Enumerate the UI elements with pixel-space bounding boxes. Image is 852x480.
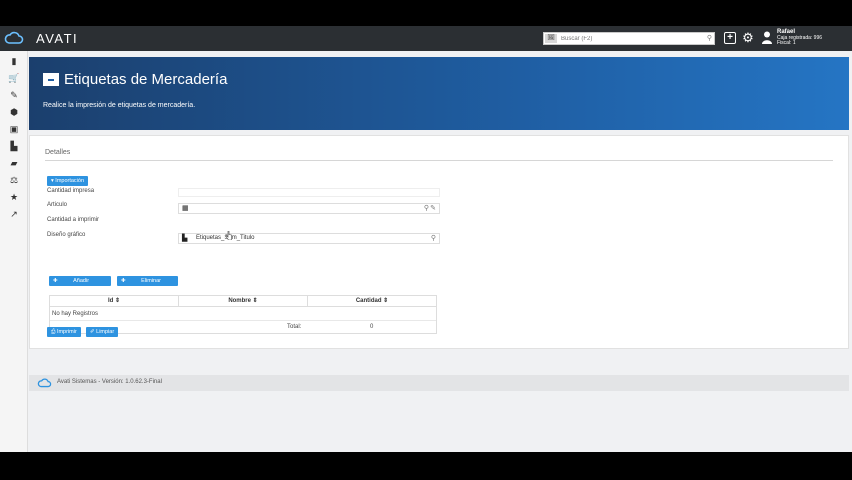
label-articulo: Articulo xyxy=(47,202,68,208)
remove-button-label: Eliminar xyxy=(141,278,162,284)
global-search[interactable]: 🖼 ⚲ xyxy=(543,32,715,45)
factory-icon[interactable]: ▙ xyxy=(8,140,20,152)
clear-button-label: Limpiar xyxy=(96,329,115,335)
balance-icon[interactable]: ⚖ xyxy=(8,174,20,186)
total-value: 0 xyxy=(370,324,374,330)
version-text: Avati Sistemas - Versión: 1.0.62.3-Final xyxy=(57,379,162,385)
label-diseno: Diseño gráfico xyxy=(47,232,86,238)
add-button[interactable]: ✚ Añadir xyxy=(49,276,111,286)
remove-button[interactable]: ✚ Eliminar xyxy=(117,276,178,286)
cubes-icon[interactable]: ⬢ xyxy=(8,106,20,118)
user-info[interactable]: Rafael Caja registrada: 996 Fiscal: 1 xyxy=(777,29,822,47)
star-icon[interactable]: ★ xyxy=(8,191,20,203)
add-button-label: Añadir xyxy=(73,278,90,284)
search-icon[interactable]: ⚲ xyxy=(424,204,429,212)
cloud-logo-icon[interactable] xyxy=(4,31,24,45)
column-nombre[interactable]: Nombre ⇕ xyxy=(179,296,308,306)
barcode-icon: ▦ xyxy=(182,205,189,212)
page-subtitle: Realice la impresión de etiquetas de mer… xyxy=(43,102,196,109)
mouse-cursor-icon xyxy=(226,231,232,240)
empty-row: No hay Registros xyxy=(50,307,436,321)
cart-icon[interactable]: 🛒 xyxy=(8,72,20,84)
search-input[interactable] xyxy=(561,33,699,44)
cloud-logo-icon xyxy=(37,378,52,388)
plus-icon: ✚ xyxy=(53,278,58,284)
user-fiscal: Fiscal: 1 xyxy=(777,40,796,46)
footer: Avati Sistemas - Versión: 1.0.62.3-Final xyxy=(29,375,849,391)
page-header: Etiquetas de Mercadería Realice la impre… xyxy=(29,57,849,130)
details-card: Detalles ▾ Importación Cantidad impresa … xyxy=(29,135,849,349)
section-title: Detalles xyxy=(45,149,71,156)
truck-icon[interactable]: ▰ xyxy=(8,157,20,169)
section-divider xyxy=(45,160,833,161)
chart-line-icon[interactable]: ↗ xyxy=(8,208,20,220)
import-dropdown-button[interactable]: ▾ Importación xyxy=(47,176,89,186)
clear-button[interactable]: ✐ Limpiar xyxy=(86,327,119,337)
diseno-field[interactable]: ▙ Etiquetas_Sem_Titulo ⚲ xyxy=(178,233,440,244)
top-bar: AVATI 🖼 ⚲ + ⚙ Rafael Caja registrada: 99… xyxy=(0,26,852,51)
cantidad-impresa-field xyxy=(178,188,440,197)
search-icon[interactable]: ⚲ xyxy=(431,234,436,242)
new-window-button[interactable]: + xyxy=(724,32,736,44)
brand-name[interactable]: AVATI xyxy=(36,31,78,46)
total-label: Total: xyxy=(287,324,302,330)
table-header: Id ⇕ Nombre ⇕ Cantidad ⇕ xyxy=(50,296,436,307)
printer-icon: ⎙ xyxy=(51,329,56,335)
print-button[interactable]: ⎙ Imprimir xyxy=(47,327,81,337)
eraser-icon: ✐ xyxy=(90,329,95,335)
book-icon[interactable]: ▮ xyxy=(8,55,20,67)
search-icon[interactable]: ⚲ xyxy=(707,34,712,42)
gear-icon[interactable]: ⚙ xyxy=(742,31,754,44)
edit-icon[interactable]: ✎ xyxy=(430,204,436,212)
label-cantidad-imprimir: Cantidad a imprimir xyxy=(47,217,100,223)
user-icon[interactable] xyxy=(762,31,772,44)
page-title: Etiquetas de Mercadería xyxy=(64,71,228,88)
money-icon[interactable]: ▣ xyxy=(8,123,20,135)
archive-box-icon xyxy=(43,73,59,86)
wrench-icon[interactable]: ✎ xyxy=(8,89,20,101)
print-button-label: Imprimir xyxy=(56,329,77,335)
search-scope-tag[interactable]: 🖼 xyxy=(545,34,557,43)
plus-icon: ✚ xyxy=(121,278,126,284)
column-cantidad[interactable]: Cantidad ⇕ xyxy=(308,296,436,306)
column-id[interactable]: Id ⇕ xyxy=(50,296,179,306)
factory-icon: ▙ xyxy=(182,235,188,242)
label-cantidad-impresa: Cantidad impresa xyxy=(47,188,95,194)
app-window: AVATI 🖼 ⚲ + ⚙ Rafael Caja registrada: 99… xyxy=(0,26,852,452)
sidebar: ▮ 🛒 ✎ ⬢ ▣ ▙ ▰ ⚖ ★ ↗ xyxy=(0,51,28,452)
articulo-field[interactable]: ▦ ⚲ ✎ xyxy=(178,203,440,214)
